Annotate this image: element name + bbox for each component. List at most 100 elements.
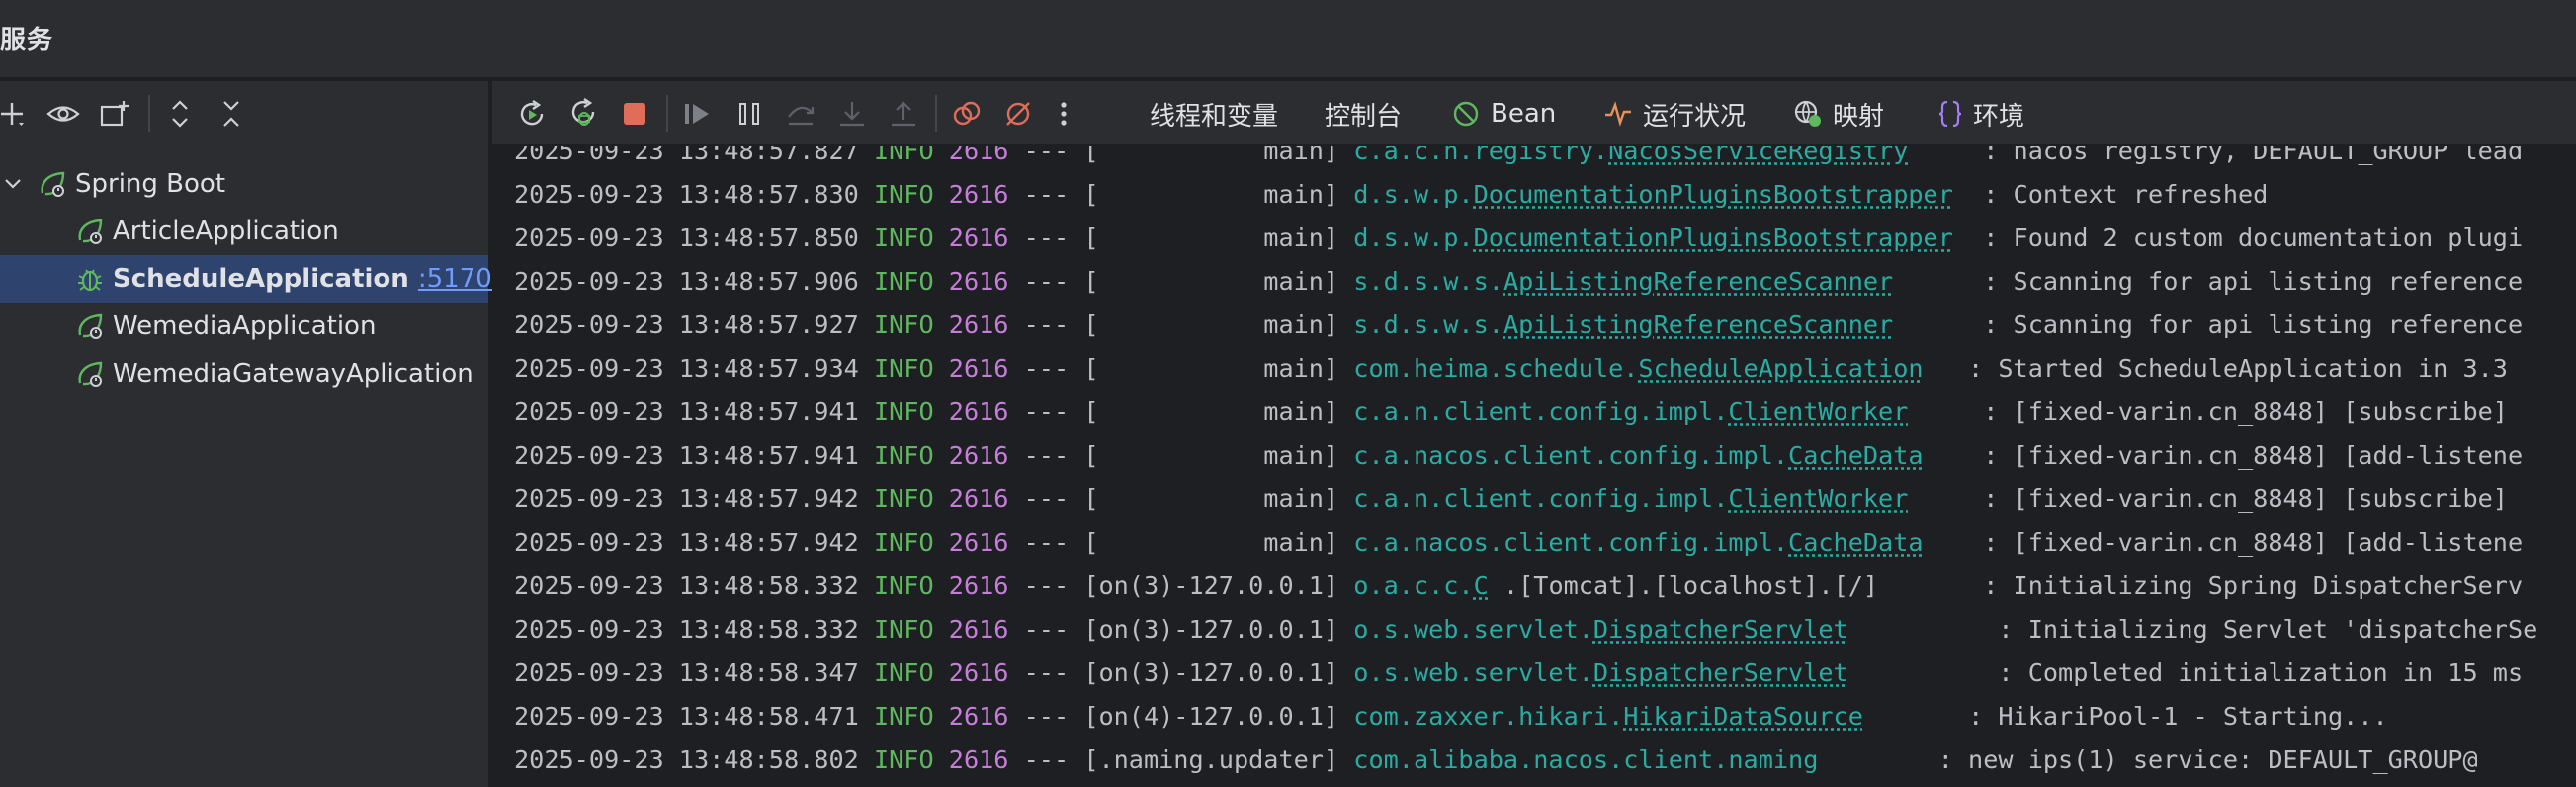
log-separator: --- — [1023, 353, 1070, 383]
log-line: 2025-09-23 13:48:58.347 INFO 2616 --- [o… — [514, 651, 2523, 694]
rerun-debug-button[interactable] — [563, 94, 603, 133]
log-message: : Started ScheduleApplication in 3.3 — [1968, 353, 2508, 383]
view-breakpoints-button[interactable] — [947, 94, 987, 133]
log-logger[interactable]: c.a.c.n.registry.NacosServiceRegistry — [1353, 146, 1908, 165]
log-level: INFO — [873, 146, 934, 165]
new-group-button[interactable] — [95, 94, 134, 133]
log-separator: --- — [1023, 744, 1070, 774]
logger-class-link[interactable]: DispatcherServlet — [1593, 658, 1848, 687]
tree-item-article-application[interactable]: ArticleApplication — [0, 208, 488, 255]
mute-breakpoints-icon — [1006, 102, 1030, 126]
log-pid: 2616 — [948, 657, 1009, 687]
log-level: INFO — [873, 266, 934, 296]
bean-icon — [1453, 101, 1479, 127]
log-timestamp: 2025-09-23 13:48:57.934 — [514, 353, 859, 383]
show-button[interactable] — [43, 94, 83, 133]
step-over-icon — [788, 106, 815, 126]
log-separator: --- — [1023, 222, 1070, 252]
log-thread: [on(3)-127.0.0.1] — [1083, 570, 1339, 600]
tree-item-schedule-application[interactable]: ScheduleApplication :51701/ — [0, 255, 517, 303]
log-thread: [ main] — [1083, 396, 1339, 426]
log-logger[interactable]: c.a.n.client.config.impl.ClientWorker — [1353, 397, 1908, 426]
logger-class-link[interactable]: DocumentationPluginsBootstrapper — [1474, 223, 1953, 252]
log-logger[interactable]: d.s.w.p.DocumentationPluginsBootstrapper — [1353, 180, 1953, 209]
log-timestamp: 2025-09-23 13:48:57.941 — [514, 440, 859, 470]
logger-class-link[interactable]: NacosServiceRegistry — [1608, 146, 1908, 165]
log-logger[interactable]: o.s.web.servlet.DispatcherServlet — [1353, 615, 1847, 644]
log-separator: --- — [1023, 527, 1070, 557]
tab-console[interactable]: 控制台 — [1325, 95, 1402, 132]
logger-package: o.s.web.servlet. — [1353, 614, 1593, 644]
log-line: 2025-09-23 13:48:57.927 INFO 2616 --- [ … — [514, 303, 2523, 346]
logger-class-link[interactable]: DocumentationPluginsBootstrapper — [1474, 180, 1953, 209]
stop-button[interactable] — [615, 94, 654, 133]
mute-breakpoints-button[interactable] — [998, 94, 1038, 133]
health-icon — [1605, 101, 1631, 127]
chevron-down-icon[interactable] — [2, 173, 24, 195]
rerun-button[interactable] — [512, 94, 552, 133]
expand-all-button[interactable] — [160, 94, 200, 133]
log-pid: 2616 — [948, 309, 1009, 339]
console-output[interactable]: 2025-09-23 13:48:57.827 INFO 2616 --- [ … — [492, 146, 2576, 787]
service-detail-panel: 线程和变量 控制台 Bean 运行状况 映射 环境 2025-09-23 13:… — [492, 81, 2576, 787]
pause-button[interactable] — [730, 94, 769, 133]
log-pid: 2616 — [948, 146, 1009, 165]
log-message: : [fixed-varin.cn_8848] [add-listene — [1983, 527, 2524, 557]
tab-health[interactable]: 运行状况 — [1603, 95, 1746, 132]
log-logger[interactable]: c.a.nacos.client.config.impl.CacheData — [1353, 441, 1923, 470]
logger-class-link[interactable]: C — [1474, 571, 1489, 600]
collapse-all-button[interactable] — [212, 94, 251, 133]
log-message: : Scanning for api listing reference — [1983, 266, 2524, 296]
log-pid: 2616 — [948, 614, 1009, 644]
log-logger[interactable]: com.alibaba.nacos.client.naming — [1353, 745, 1818, 774]
step-into-button[interactable] — [832, 94, 872, 133]
log-level: INFO — [873, 744, 934, 774]
log-thread: [ main] — [1083, 353, 1339, 383]
more-options-button[interactable] — [1044, 94, 1083, 133]
log-logger[interactable]: o.s.web.servlet.DispatcherServlet — [1353, 658, 1847, 687]
log-level: INFO — [873, 309, 934, 339]
log-line: 2025-09-23 13:48:58.332 INFO 2616 --- [o… — [514, 607, 2537, 651]
breakpoints-icon — [953, 101, 981, 126]
tree-item-wemedia-gateway-aplication[interactable]: WemediaGatewayAplication — [0, 350, 488, 397]
logger-class-link[interactable]: CacheData — [1788, 441, 1923, 470]
logger-class-link[interactable]: CacheData — [1788, 528, 1923, 557]
logger-class-link[interactable]: ScheduleApplication — [1638, 354, 1923, 383]
tab-mappings[interactable]: 映射 — [1793, 95, 1884, 132]
resume-button[interactable] — [678, 94, 718, 133]
log-line: 2025-09-23 13:48:57.941 INFO 2616 --- [ … — [514, 433, 2523, 477]
tree-root-spring-boot[interactable]: Spring Boot — [0, 160, 488, 208]
log-logger[interactable]: com.zaxxer.hikari.HikariDataSource — [1353, 702, 1863, 731]
log-thread: [ main] — [1083, 222, 1339, 252]
log-logger[interactable]: d.s.w.p.DocumentationPluginsBootstrapper — [1353, 223, 1953, 252]
log-thread: [ main] — [1083, 527, 1339, 557]
log-logger[interactable]: c.a.nacos.client.config.impl.CacheData — [1353, 528, 1923, 557]
add-service-button[interactable] — [0, 94, 34, 133]
tab-environment[interactable]: 环境 — [1937, 95, 2024, 132]
logger-class-link[interactable]: ClientWorker — [1728, 397, 1908, 426]
log-logger[interactable]: com.heima.schedule.ScheduleApplication — [1353, 354, 1923, 383]
logger-class-link[interactable]: ApiListingReferenceScanner — [1503, 310, 1893, 339]
logger-package: o.s.web.servlet. — [1353, 657, 1593, 687]
logger-class-link[interactable]: HikariDataSource — [1623, 702, 1863, 731]
tab-threads-variables[interactable]: 线程和变量 — [1150, 95, 1278, 132]
toolbar-separator — [666, 95, 668, 132]
tool-window-title: 服务 — [0, 26, 54, 55]
tab-bean[interactable]: Bean — [1451, 95, 1556, 132]
log-logger[interactable]: s.d.s.w.s.ApiListingReferenceScanner — [1353, 267, 1893, 296]
step-out-button[interactable] — [884, 94, 923, 133]
log-logger[interactable]: c.a.n.client.config.impl.ClientWorker — [1353, 484, 1908, 513]
logger-class-link[interactable]: DispatcherServlet — [1593, 615, 1848, 644]
step-over-button[interactable] — [781, 94, 820, 133]
log-thread: [ main] — [1083, 146, 1339, 165]
tab-label: 线程和变量 — [1150, 101, 1279, 131]
logger-class-link[interactable]: ApiListingReferenceScanner — [1503, 267, 1893, 296]
tool-window-header: 服务 — [0, 0, 2576, 79]
log-level: INFO — [873, 222, 934, 252]
log-logger[interactable]: s.d.s.w.s.ApiListingReferenceScanner — [1353, 310, 1893, 339]
log-level: INFO — [873, 353, 934, 383]
log-logger[interactable]: o.a.c.c.C — [1353, 571, 1489, 600]
log-line: 2025-09-23 13:48:57.830 INFO 2616 --- [ … — [514, 172, 2268, 216]
logger-class-link[interactable]: ClientWorker — [1728, 484, 1908, 513]
tree-item-wemedia-application[interactable]: WemediaApplication — [0, 303, 488, 350]
